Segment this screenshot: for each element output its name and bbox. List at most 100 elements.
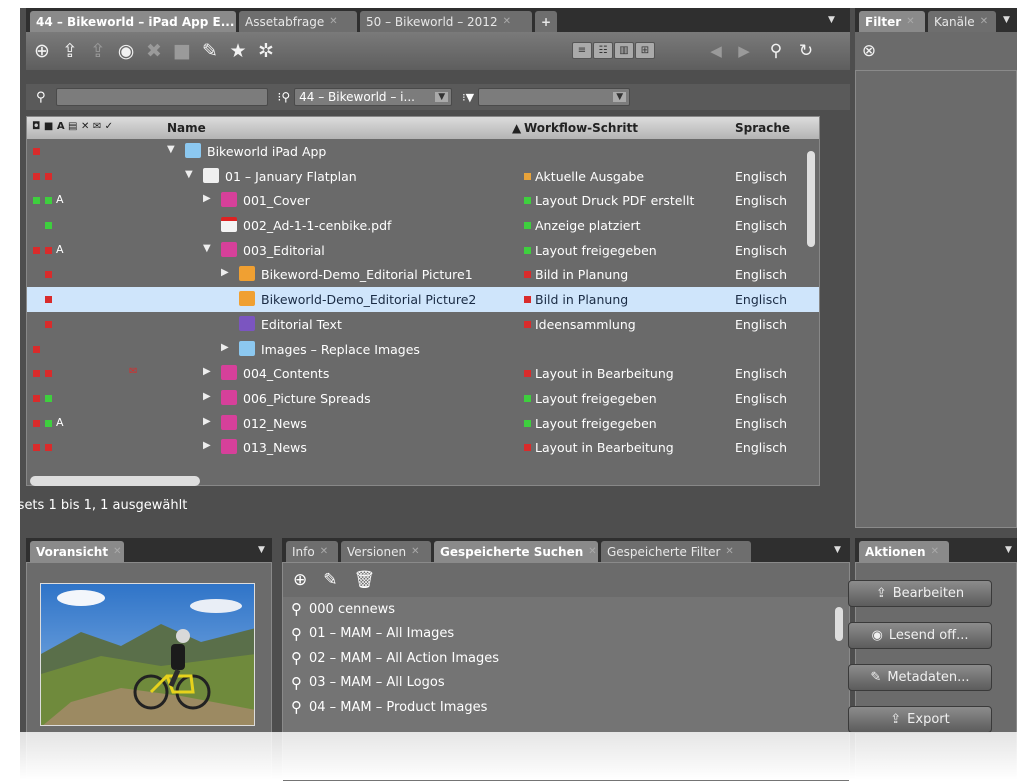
table-row[interactable]: A ▶ 001_Cover Layout Druck PDF erstellt Engl… <box>27 188 819 213</box>
expand-triangle-icon[interactable]: ▶ <box>203 366 211 377</box>
tab-kanaele[interactable]: Kanäle ✕ <box>928 11 996 32</box>
lesend-oeffnen-button[interactable]: ◉ Lesend off... <box>848 622 992 649</box>
search-input[interactable] <box>55 88 268 106</box>
asset-name: 006_Picture Spreads <box>243 390 371 406</box>
favorite-star-icon[interactable]: ★ <box>224 37 252 65</box>
tab-gespeicherte-filter[interactable]: Gespeicherte Filter ✕ <box>601 541 751 562</box>
export-icon: ⇪ <box>890 712 902 727</box>
expand-triangle-icon[interactable]: ▶ <box>203 416 211 427</box>
asset-name: 01 – January Flatplan <box>225 168 357 184</box>
close-icon[interactable]: ✕ <box>329 16 337 27</box>
scope-select[interactable]: 44 – Bikeworld – i... ▼ <box>294 88 453 106</box>
saved-search-item[interactable]: ⚲ 01 – MAM – All Images <box>283 622 849 647</box>
table-row[interactable]: ▼ 01 – January Flatplan Aktuelle Ausgabe En… <box>27 164 819 189</box>
bearbeiten-button[interactable]: ⇪ Bearbeiten <box>848 580 992 607</box>
export-button[interactable]: ⇪ Export <box>848 706 992 733</box>
close-icon[interactable]: ✕ <box>588 546 596 557</box>
settings-gear-icon[interactable]: ✲ <box>252 37 280 65</box>
table-row[interactable]: ✉ ▶ 004_Contents Layout in Bearbeitung Engli… <box>27 361 819 386</box>
table-row[interactable]: A ▼ 003_Editorial Layout freigegeben Englisc… <box>27 238 819 263</box>
saved-search-item[interactable]: ⚲ 02 – MAM – All Action Images <box>283 646 849 671</box>
close-icon[interactable]: ✕ <box>503 16 511 27</box>
tab-bikeworld-ipad[interactable]: 44 – Bikeworld – iPad App E...✕ <box>30 11 236 32</box>
upload-icon[interactable]: ⇪ <box>56 37 84 65</box>
red-status-flag <box>45 370 52 378</box>
language: Englisch <box>735 440 788 456</box>
table-row[interactable]: ▶ 006_Picture Spreads Layout freigegeben En… <box>27 386 819 411</box>
collapse-triangle-icon[interactable]: ▼ <box>203 243 211 254</box>
column-workflow[interactable]: Workflow-Schritt <box>524 121 638 135</box>
add-search-icon[interactable]: ⊕ <box>293 570 307 590</box>
expand-triangle-icon[interactable]: ▶ <box>221 342 229 353</box>
vertical-scrollbar[interactable] <box>807 151 815 247</box>
new-tab-button[interactable]: + <box>535 11 557 32</box>
table-row[interactable]: ▶ 013_News Layout in Bearbeitung Englisch <box>27 435 819 460</box>
tab-menu-dropdown-icon[interactable]: ▼ <box>834 545 841 555</box>
table-row[interactable]: ▶ Bikeword-Demo_Editorial Picture1 Bild in… <box>27 262 819 287</box>
saved-search-item[interactable]: ⚲ 03 – MAM – All Logos <box>283 671 849 696</box>
tab-aktionen[interactable]: Aktionen ✕ <box>859 541 949 562</box>
download-icon[interactable]: ⇪ <box>84 37 112 65</box>
detail-view-icon[interactable]: ☷ <box>593 42 613 59</box>
delete-icon[interactable]: ✖ <box>140 37 168 65</box>
filter-select[interactable]: ▼ <box>478 88 631 106</box>
close-icon[interactable]: ✕ <box>931 546 939 557</box>
tab-voransicht[interactable]: Voransicht ✕ <box>30 541 124 562</box>
red-status-flag <box>33 419 40 427</box>
back-arrow-icon[interactable]: ◀ <box>702 37 730 65</box>
edit-pencil-icon[interactable]: ✎ <box>323 570 337 590</box>
close-icon[interactable]: ✕ <box>411 546 419 557</box>
tab-info[interactable]: Info ✕ <box>286 541 338 562</box>
table-row[interactable]: A ▶ 012_News Layout freigegeben Englisch <box>27 411 819 436</box>
tab-gespeicherte-suchen[interactable]: Gespeicherte Suchen ✕ <box>434 541 598 562</box>
close-icon[interactable]: ✕ <box>725 546 733 557</box>
table-row[interactable]: 002_Ad-1-1-cenbike.pdf Anzeige platziert E… <box>27 213 819 238</box>
saved-search-scrollbar[interactable] <box>835 607 843 641</box>
saved-search-item[interactable]: ⚲ 04 – MAM – Product Images <box>283 695 849 720</box>
refresh-icon[interactable]: ↻ <box>792 37 820 65</box>
add-icon[interactable]: ⊕ <box>28 37 56 65</box>
horizontal-scrollbar[interactable] <box>30 476 200 486</box>
table-row[interactable]: ▼ Bikeworld iPad App <box>27 139 819 164</box>
metadaten-button[interactable]: ✎ Metadaten... <box>848 664 992 691</box>
trash-icon[interactable]: 🗑 <box>354 570 376 590</box>
close-icon[interactable]: ✕ <box>320 546 328 557</box>
column-name[interactable]: Name <box>167 121 206 135</box>
tab-menu-dropdown-icon[interactable]: ▼ <box>828 15 835 25</box>
save-icon[interactable]: ■ <box>168 37 196 65</box>
tab-menu-dropdown-icon[interactable]: ▼ <box>1005 545 1012 555</box>
saved-search-item[interactable]: ⚲ 000 cennews <box>283 597 849 622</box>
expand-triangle-icon[interactable]: ▶ <box>203 193 211 204</box>
tab-bikeworld-2012[interactable]: 50 – Bikeworld – 2012 ✕ <box>360 11 532 32</box>
tab-menu-dropdown-icon[interactable]: ▼ <box>1003 15 1010 25</box>
column-language[interactable]: Sprache <box>735 121 790 135</box>
table-row[interactable]: Bikeworld-Demo_Editorial Picture2 Bild in… <box>27 287 819 312</box>
search-icon[interactable]: ⚲ <box>762 37 790 65</box>
close-icon[interactable]: ✕ <box>906 16 914 27</box>
tab-filter[interactable]: Filter ✕ <box>859 11 925 32</box>
column-flag-icons[interactable]: ◘ ■ A ▤ ✕ ✉ ✓ <box>32 121 113 132</box>
list-view-icon[interactable]: ≡ <box>572 42 592 59</box>
close-icon[interactable]: ✕ <box>980 16 988 27</box>
table-row[interactable]: ▶ Images – Replace Images <box>27 337 819 362</box>
close-icon[interactable]: ✕ <box>113 546 121 557</box>
expand-triangle-icon[interactable]: ▶ <box>203 440 211 451</box>
tab-menu-dropdown-icon[interactable]: ▼ <box>258 545 265 555</box>
column-view-icon[interactable]: ▥ <box>614 42 634 59</box>
image-icon <box>239 266 255 282</box>
sort-ascending-icon[interactable]: ▲ <box>512 121 521 135</box>
tab-versionen[interactable]: Versionen ✕ <box>341 541 431 562</box>
green-status-flag <box>45 197 52 205</box>
table-row[interactable]: Editorial Text Ideensammlung Englisch <box>27 312 819 337</box>
search-icon: ⚲ <box>36 89 46 105</box>
forward-arrow-icon[interactable]: ▶ <box>730 37 758 65</box>
view-icon[interactable]: ◉ <box>112 37 140 65</box>
clear-filter-icon[interactable]: ⊗ <box>855 37 883 65</box>
expand-triangle-icon[interactable]: ▶ <box>221 267 229 278</box>
tab-assetabfrage[interactable]: Assetabfrage ✕ <box>239 11 357 32</box>
collapse-triangle-icon[interactable]: ▼ <box>185 169 193 180</box>
thumbnail-view-icon[interactable]: ⊞ <box>635 42 655 59</box>
edit-metadata-icon[interactable]: ✎ <box>196 37 224 65</box>
collapse-triangle-icon[interactable]: ▼ <box>167 144 175 155</box>
expand-triangle-icon[interactable]: ▶ <box>203 391 211 402</box>
